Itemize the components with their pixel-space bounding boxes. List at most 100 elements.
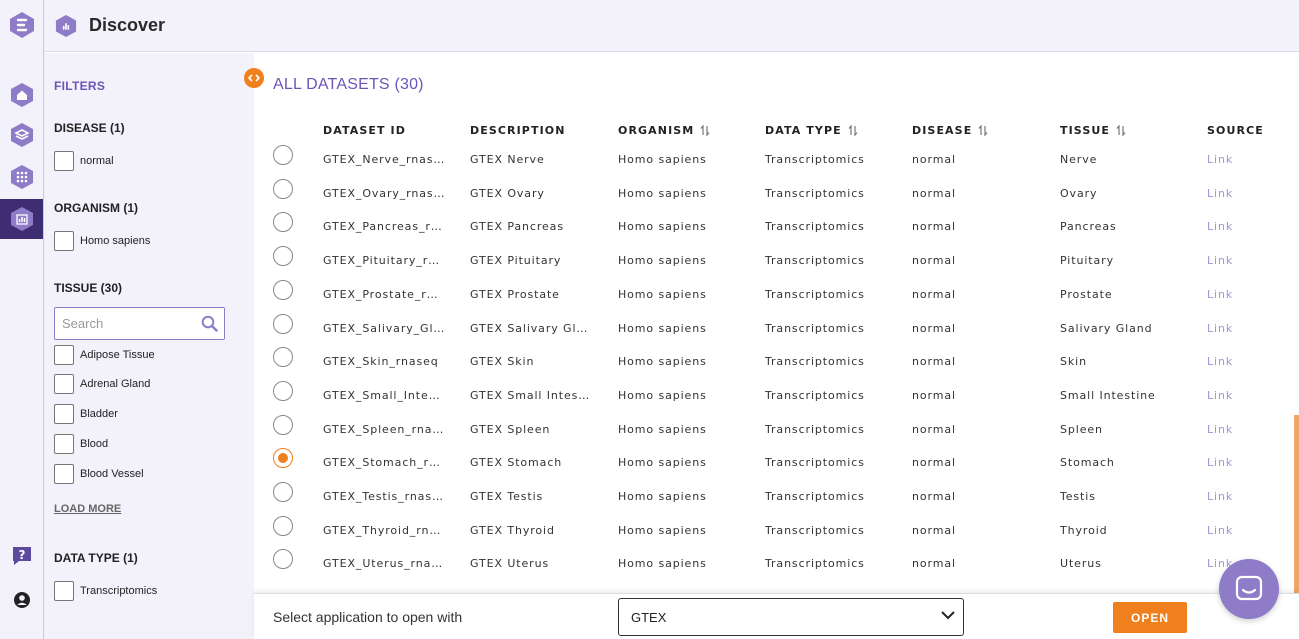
tissue-cell: Pancreas (1060, 220, 1117, 234)
description-cell: GTEX Skin (470, 355, 535, 369)
data-type-cell: Transcriptomics (765, 388, 865, 402)
application-select[interactable]: GTEX (618, 598, 964, 636)
tissue-cell: Nerve (1060, 153, 1098, 166)
collapse-filters-toggle[interactable] (244, 68, 264, 88)
home-nav-button[interactable] (0, 75, 43, 115)
logo-icon[interactable] (9, 11, 35, 39)
column-header-tissue[interactable]: TISSUE (1060, 124, 1126, 137)
source-link[interactable]: Link (1207, 388, 1277, 404)
data-type-cell: Transcriptomics (765, 523, 865, 537)
source-link[interactable]: Link (1207, 354, 1277, 370)
dataset-id-cell: GTEX_Thyroid_rn… (323, 523, 442, 537)
source-link[interactable]: Link (1207, 219, 1277, 235)
description-cell: GTEX Ovary (470, 186, 545, 200)
chat-support-button[interactable] (1219, 559, 1279, 619)
open-button[interactable]: OPEN (1113, 602, 1187, 633)
column-header-source: SOURCE (1207, 124, 1264, 137)
row-select-radio[interactable] (273, 515, 293, 536)
source-link[interactable]: Link (1207, 455, 1277, 471)
table-row[interactable]: GTEX_Spleen_rna… GTEX Spleen Homo sapiens T… (0, 414, 1299, 456)
source-link[interactable]: Link (1207, 287, 1277, 303)
row-select-radio[interactable] (273, 279, 293, 300)
scrollbar[interactable] (1294, 415, 1299, 595)
dataset-id-cell: GTEX_Pituitary_r… (323, 254, 441, 268)
row-select-radio[interactable] (273, 313, 293, 334)
table-row[interactable]: GTEX_Uterus_rna… GTEX Uterus Homo sapiens T… (0, 549, 1299, 590)
row-select-radio[interactable] (273, 380, 293, 401)
table-row[interactable]: GTEX_Salivary_Gl… GTEX Salivary Gl… Homo s… (0, 313, 1299, 355)
table-row[interactable]: GTEX_Pituitary_r… GTEX Pituitary Homo sapi… (0, 246, 1299, 287)
row-select-radio[interactable] (273, 448, 293, 469)
table-row[interactable]: GTEX_Testis_rnas… GTEX Testis Homo sapiens… (0, 482, 1299, 523)
organism-cell: Homo sapiens (618, 254, 707, 268)
row-select-radio[interactable] (273, 246, 293, 267)
table-row[interactable]: GTEX_Nerve_rnas… GTEX Nerve Homo sapiens Tr… (0, 145, 1299, 186)
column-header-data-type[interactable]: DATA TYPE (765, 124, 858, 137)
row-select-radio[interactable] (273, 178, 293, 199)
tissue-cell: Skin (1060, 355, 1087, 369)
disease-cell: normal (912, 153, 956, 166)
table-row[interactable]: GTEX_Ovary_rnas… GTEX Ovary Homo sapiens Tr… (0, 178, 1299, 220)
table-row[interactable]: GTEX_Prostate_r… GTEX Prostate Homo sapien… (0, 279, 1299, 321)
data-type-cell: Transcriptomics (765, 287, 865, 301)
row-select-radio[interactable] (273, 549, 293, 570)
disease-cell: normal (912, 388, 956, 402)
dataset-id-cell: GTEX_Testis_rnas… (323, 490, 444, 503)
source-link[interactable]: Link (1207, 422, 1277, 438)
organism-cell: Homo sapiens (618, 355, 707, 369)
row-select-radio[interactable] (273, 145, 293, 165)
source-link[interactable]: Link (1207, 489, 1277, 505)
tissue-cell: Testis (1060, 490, 1096, 503)
source-link[interactable]: Link (1207, 186, 1277, 202)
organism-cell: Homo sapiens (618, 523, 707, 537)
disease-cell: normal (912, 523, 956, 537)
description-cell: GTEX Pituitary (470, 254, 562, 268)
row-select-radio[interactable] (273, 347, 293, 368)
chevrons-left-right-icon (248, 74, 260, 82)
table-row[interactable]: GTEX_Stomach_r… GTEX Stomach Homo sapiens T… (0, 448, 1299, 489)
source-link[interactable]: Link (1207, 253, 1277, 269)
dataset-id-cell: GTEX_Salivary_Gl… (323, 321, 446, 335)
tissue-cell: Spleen (1060, 422, 1103, 436)
column-header-dataset-id: DATASET ID (323, 124, 406, 137)
sort-icon[interactable] (700, 125, 710, 136)
sort-icon[interactable] (978, 125, 988, 136)
dataset-id-cell: GTEX_Prostate_r… (323, 287, 439, 301)
account-icon (13, 592, 30, 608)
table-row[interactable]: GTEX_Small_Inte… GTEX Small Intes… Homo sa… (0, 380, 1299, 422)
row-select-radio[interactable] (273, 482, 293, 502)
source-link[interactable]: Link (1207, 152, 1277, 168)
table-header: DATASET ID DESCRIPTION ORGANISM DATA TYP… (0, 124, 1299, 142)
chevron-down-icon (941, 611, 955, 620)
column-header-disease[interactable]: DISEASE (912, 124, 988, 137)
tissue-cell: Ovary (1060, 186, 1098, 200)
tissue-cell: Thyroid (1060, 523, 1108, 537)
table-row[interactable]: GTEX_Thyroid_rn… GTEX Thyroid Homo sapiens… (0, 515, 1299, 557)
dataset-id-cell: GTEX_Uterus_rna… (323, 557, 444, 571)
data-type-cell: Transcriptomics (765, 321, 865, 335)
tissue-cell: Small Intestine (1060, 388, 1156, 402)
source-link[interactable]: Link (1207, 321, 1277, 337)
column-header-organism[interactable]: ORGANISM (618, 124, 710, 137)
open-with-bar: Select application to open with GTEX OPE… (254, 593, 1299, 639)
home-icon (10, 83, 33, 107)
disease-cell: normal (912, 557, 956, 571)
data-type-cell: Transcriptomics (765, 254, 865, 268)
datasets-title: ALL DATASETS (30) (273, 76, 424, 93)
filters-heading: FILTERS (54, 79, 106, 93)
organism-cell: Homo sapiens (618, 321, 707, 335)
disease-cell: normal (912, 186, 956, 200)
dataset-id-cell: GTEX_Small_Inte… (323, 388, 441, 402)
source-link[interactable]: Link (1207, 523, 1277, 539)
table-row[interactable]: GTEX_Pancreas_r… GTEX Pancreas Homo sapien… (0, 212, 1299, 253)
tissue-cell: Pituitary (1060, 254, 1114, 268)
sort-icon[interactable] (848, 125, 858, 136)
row-select-radio[interactable] (273, 414, 293, 435)
table-row[interactable]: GTEX_Skin_rnaseq GTEX Skin Homo sapiens Tra… (0, 347, 1299, 388)
disease-cell: normal (912, 254, 956, 268)
sort-icon[interactable] (1116, 125, 1126, 136)
tissue-cell: Salivary Gland (1060, 321, 1153, 335)
row-select-radio[interactable] (273, 212, 293, 233)
tissue-cell: Prostate (1060, 287, 1113, 301)
data-type-cell: Transcriptomics (765, 490, 865, 503)
